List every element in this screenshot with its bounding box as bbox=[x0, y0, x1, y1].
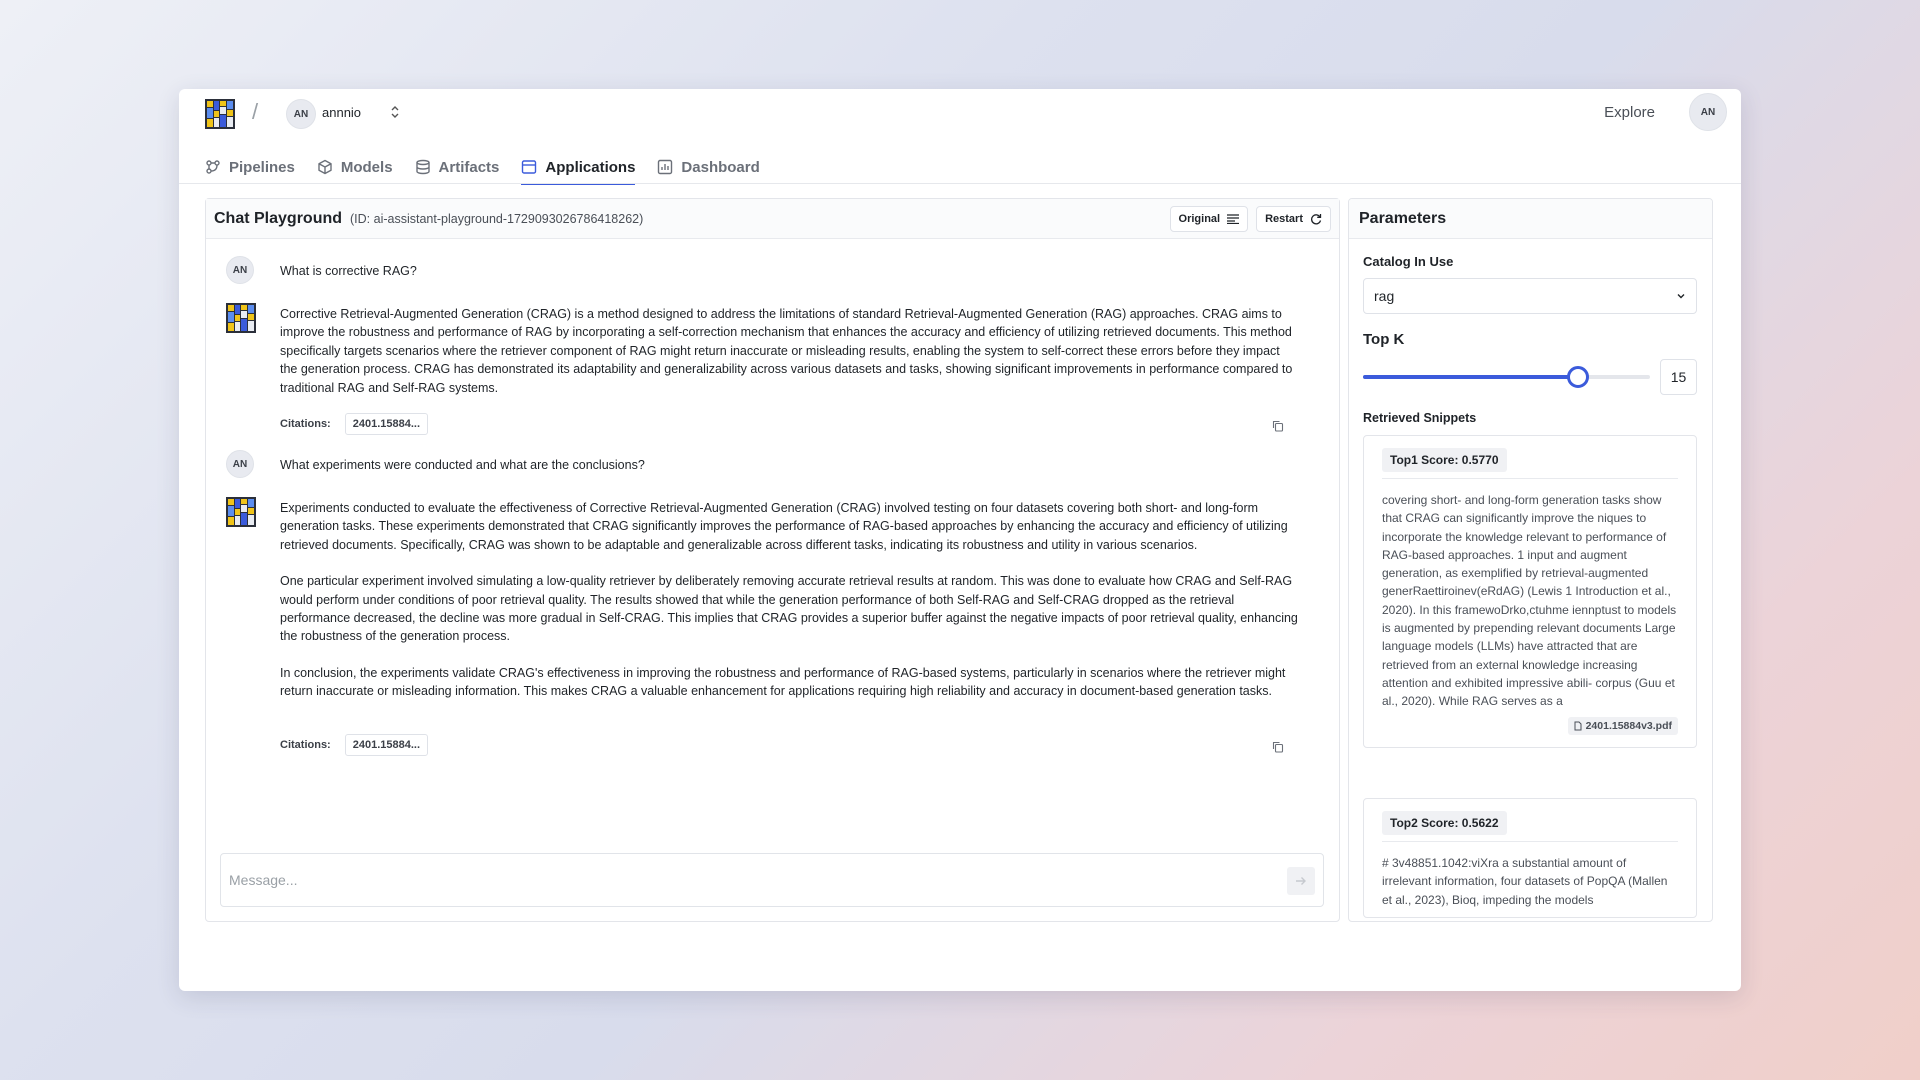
assistant-message: Corrective Retrieval-Augmented Generatio… bbox=[226, 303, 1306, 443]
file-chip[interactable]: 2401.15884v3.pdf bbox=[1567, 716, 1678, 735]
catalog-label: Catalog In Use bbox=[1363, 254, 1454, 269]
window-icon bbox=[522, 160, 537, 174]
avatar: AN bbox=[226, 256, 254, 284]
tab-pipelines[interactable]: Pipelines bbox=[205, 151, 295, 183]
restart-button[interactable]: Restart bbox=[1256, 205, 1331, 232]
snippet-card: Top1 Score: 0.5770 covering short- and l… bbox=[1363, 435, 1697, 748]
snippet-card: Top2 Score: 0.5622 # 3v48851.1042:viXra … bbox=[1363, 798, 1697, 918]
page-title: Chat Playground bbox=[214, 209, 343, 227]
citations-label: Citations: bbox=[280, 739, 331, 751]
pipeline-icon bbox=[206, 160, 220, 174]
file-icon bbox=[1574, 721, 1582, 731]
citations-label: Citations: bbox=[280, 418, 331, 430]
snippet-text: # 3v48851.1042:viXra a substantial amoun… bbox=[1382, 856, 1668, 907]
retrieved-snippets-label: Retrieved Snippets bbox=[1363, 411, 1477, 425]
citations: Citations: 2401.15884... bbox=[280, 734, 429, 756]
chat-header: Chat Playground (ID: ai-assistant-playgr… bbox=[206, 199, 1339, 239]
tab-artifacts[interactable]: Artifacts bbox=[415, 151, 500, 183]
user-message: AN What is corrective RAG? bbox=[226, 256, 1306, 286]
slider-fill bbox=[1363, 375, 1579, 379]
message-paragraph: Corrective Retrieval-Augmented Generatio… bbox=[280, 307, 1293, 395]
tab-models[interactable]: Models bbox=[317, 151, 393, 183]
chart-icon bbox=[658, 159, 673, 175]
database-icon bbox=[415, 159, 430, 175]
message-text: Experiments conducted to evaluate the ef… bbox=[280, 499, 1300, 701]
message-paragraph: Experiments conducted to evaluate the ef… bbox=[280, 501, 1288, 552]
tab-label: Dashboard bbox=[681, 158, 760, 176]
tab-dashboard[interactable]: Dashboard bbox=[657, 151, 760, 183]
file-name: 2401.15884v3.pdf bbox=[1585, 719, 1672, 732]
parameters-title: Parameters bbox=[1349, 199, 1712, 239]
tab-applications[interactable]: Applications bbox=[521, 151, 636, 185]
tabs-divider bbox=[179, 183, 1741, 184]
arrow-right-icon bbox=[1296, 877, 1306, 885]
refresh-icon bbox=[1311, 213, 1322, 224]
app-window: / AN annnio Explore AN Pipelines Models … bbox=[179, 89, 1741, 991]
citation-chip[interactable]: 2401.15884... bbox=[344, 413, 429, 435]
catalog-value: rag bbox=[1374, 288, 1395, 304]
assistant-message: Experiments conducted to evaluate the ef… bbox=[226, 497, 1306, 777]
top-bar: / AN annnio Explore AN bbox=[179, 89, 1741, 135]
original-label: Original bbox=[1178, 212, 1221, 225]
org-avatar[interactable]: AN bbox=[286, 99, 316, 129]
avatar: AN bbox=[226, 450, 254, 478]
assistant-logo-icon bbox=[226, 497, 256, 527]
parameters-panel: Parameters Catalog In Use rag Top K 15 R… bbox=[1348, 198, 1713, 922]
original-button[interactable]: Original bbox=[1169, 205, 1249, 232]
chevron-up-down-icon[interactable] bbox=[390, 105, 400, 119]
user-message: AN What experiments were conducted and w… bbox=[226, 450, 1306, 480]
message-paragraph: One particular experiment involved simul… bbox=[280, 574, 1298, 644]
snippet-text: covering short- and long-form generation… bbox=[1382, 493, 1677, 709]
message-input-box bbox=[220, 853, 1324, 907]
chevron-down-icon bbox=[1677, 294, 1685, 299]
score-badge: Top2 Score: 0.5622 bbox=[1382, 811, 1507, 835]
copy-icon[interactable] bbox=[1272, 741, 1284, 753]
copy-icon[interactable] bbox=[1272, 420, 1284, 432]
score-badge: Top1 Score: 0.5770 bbox=[1382, 448, 1507, 472]
divider bbox=[1382, 841, 1678, 842]
user-avatar[interactable]: AN bbox=[1689, 93, 1727, 131]
breadcrumb-separator: / bbox=[252, 99, 259, 124]
assistant-logo-icon bbox=[226, 303, 256, 333]
cube-icon bbox=[318, 159, 332, 175]
tab-label: Applications bbox=[545, 158, 636, 176]
explore-link[interactable]: Explore bbox=[1604, 104, 1655, 121]
message-input[interactable] bbox=[221, 854, 1323, 906]
tab-label: Artifacts bbox=[438, 158, 500, 176]
top-k-label: Top K bbox=[1363, 331, 1405, 348]
logo-icon[interactable] bbox=[205, 99, 235, 129]
top-k-slider[interactable] bbox=[1363, 366, 1650, 388]
top-k-value[interactable]: 15 bbox=[1660, 359, 1697, 395]
align-left-icon bbox=[1227, 213, 1240, 224]
message-paragraph: In conclusion, the experiments validate … bbox=[280, 665, 1286, 699]
citation-chip[interactable]: 2401.15884... bbox=[344, 734, 429, 756]
catalog-select[interactable]: rag bbox=[1363, 278, 1697, 314]
divider bbox=[1382, 478, 1678, 479]
tab-label: Pipelines bbox=[229, 158, 295, 176]
main-tabs: Pipelines Models Artifacts Applications … bbox=[205, 151, 760, 185]
message-text: What is corrective RAG? bbox=[280, 264, 417, 278]
message-text: What experiments were conducted and what… bbox=[280, 458, 645, 472]
citations: Citations: 2401.15884... bbox=[280, 413, 429, 435]
playground-id: (ID: ai-assistant-playground-17290930267… bbox=[350, 211, 644, 226]
tab-label: Models bbox=[340, 158, 393, 176]
send-button[interactable] bbox=[1287, 867, 1315, 895]
restart-label: Restart bbox=[1265, 212, 1303, 225]
slider-thumb[interactable] bbox=[1567, 366, 1590, 388]
org-name[interactable]: annnio bbox=[322, 105, 361, 120]
message-text: Corrective Retrieval-Augmented Generatio… bbox=[280, 305, 1300, 397]
chat-panel: Chat Playground (ID: ai-assistant-playgr… bbox=[205, 198, 1340, 922]
